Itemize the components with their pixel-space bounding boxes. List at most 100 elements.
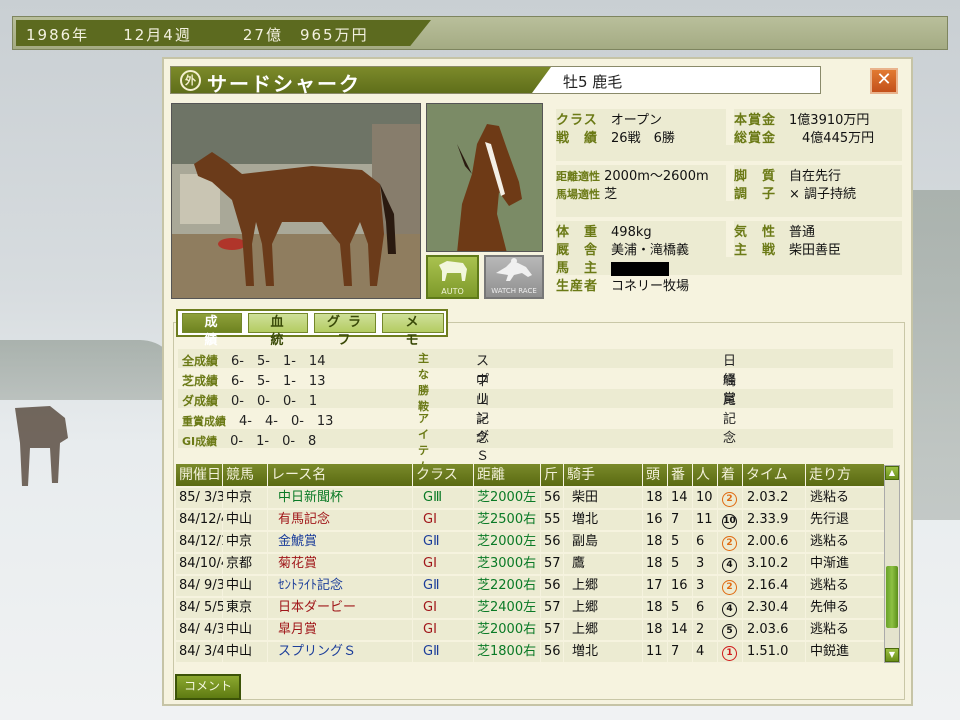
status-bar: 1986年 12月4週 27億 965万円 xyxy=(12,16,948,50)
breeder-row: 生産者 コネリー牧場 xyxy=(556,279,690,294)
jockey-value: 柴田善臣 xyxy=(789,243,842,258)
condition-value: × 調子持続 xyxy=(789,187,857,202)
table-row[interactable]: 84/ 4/3 中山 皐月賞 GⅠ 芝2000右 57 上郷 18 14 2 5 2.03.6 逃粘る xyxy=(176,620,886,640)
stable-value: 美浦・滝橋義 xyxy=(611,243,690,258)
cell-popularity: 3 xyxy=(693,576,717,596)
cell-running-style: 逃粘る xyxy=(806,488,884,508)
cell-finish: 4 xyxy=(718,554,742,574)
auto-button[interactable]: AUTO xyxy=(426,255,479,299)
cell-class: GⅡ xyxy=(413,642,473,662)
cell-running-style: 先行退 xyxy=(806,510,884,530)
temper-value: 普通 xyxy=(789,225,816,240)
finish-position-badge: 2 xyxy=(722,580,737,595)
cell-popularity: 10 xyxy=(693,488,717,508)
temper-row: 気 性 普通 xyxy=(734,221,902,240)
horse-icon xyxy=(438,261,467,281)
record-value: 26戦 6勝 xyxy=(611,131,675,146)
header-finish: 着 xyxy=(718,464,742,486)
close-button[interactable]: ✕ xyxy=(870,68,898,94)
cell-race: 皐月賞 xyxy=(268,620,412,640)
stats-g1: GⅠ成績 0- 1- 0- 8 xyxy=(182,434,317,449)
tab-pedigree[interactable]: 血 統 xyxy=(248,313,308,348)
cell-class: GⅠ xyxy=(413,510,473,530)
cell-race: 中日新聞杯 xyxy=(268,488,412,508)
condition-row: 調 子 × 調子持続 xyxy=(734,183,902,202)
cell-runners: 18 xyxy=(643,598,667,618)
table-row[interactable]: 84/ 5/5 東京 日本ダービー GⅠ 芝2400左 57 上郷 18 5 6 4 2.30.4 先伸… xyxy=(176,598,886,618)
cell-popularity: 4 xyxy=(693,642,717,662)
finish-position-badge: 4 xyxy=(722,602,737,617)
finish-position-badge: 10 xyxy=(722,514,737,529)
cell-course: 中京 xyxy=(223,532,267,552)
distance-value: 2000m～2600m xyxy=(604,169,709,184)
cell-time: 3.10.2 xyxy=(743,554,805,574)
finish-position-badge: 4 xyxy=(722,558,737,573)
cell-running-style: 逃粘る xyxy=(806,532,884,552)
title-bar: 外 サードシャーク 牡5 鹿毛 xyxy=(170,66,821,96)
cell-race: 有馬記念 xyxy=(268,510,412,530)
tab-results[interactable]: 成 績 xyxy=(182,313,242,348)
cell-running-style: 先伸る xyxy=(806,598,884,618)
cell-time: 2.03.2 xyxy=(743,488,805,508)
cell-number: 5 xyxy=(668,598,692,618)
foreign-badge: 外 xyxy=(180,70,201,91)
date-money-display: 1986年 12月4週 27億 965万円 xyxy=(16,20,431,46)
table-row[interactable]: 84/12/1 中京 金鯱賞 GⅡ 芝2000左 56 副島 18 5 6 2 2.00.6 逃粘る xyxy=(176,532,886,552)
spacer-row-2 xyxy=(556,201,902,217)
table-row[interactable]: 84/ 3/4 中山 スプリングＳ GⅡ 芝1800右 56 増北 11 7 4 1 1.51.0 中鋭… xyxy=(176,642,886,662)
table-row[interactable]: 84/ 9/3 中山 ｾﾝﾄﾗｲﾄ記念 GⅡ 芝2200右 56 上郷 17 16 3 2 2.16.… xyxy=(176,576,886,596)
header-runners: 頭 xyxy=(643,464,667,486)
cell-date: 84/ 3/4 xyxy=(176,642,225,662)
weight-value: 498kg xyxy=(611,225,652,240)
cell-number: 5 xyxy=(668,532,692,552)
cell-class: GⅡ xyxy=(413,576,473,596)
weight-row: 体 重 498kg xyxy=(556,221,726,240)
cell-course: 京都 xyxy=(223,554,267,574)
cell-race: ｾﾝﾄﾗｲﾄ記念 xyxy=(268,576,412,596)
cell-date: 84/ 9/3 xyxy=(176,576,225,596)
cell-race: 金鯱賞 xyxy=(268,532,412,552)
table-row[interactable]: 84/10/4 京都 菊花賞 GⅠ 芝3000右 57 鷹 18 5 3 4 3.10.2 中渐進 xyxy=(176,554,886,574)
cell-race: 日本ダービー xyxy=(268,598,412,618)
scroll-thumb[interactable] xyxy=(886,566,898,628)
watch-race-button[interactable]: WATCH RACE xyxy=(484,255,544,299)
breeder-value: コネリー牧場 xyxy=(611,279,690,294)
tab-memo[interactable]: メ モ xyxy=(382,313,444,348)
scroll-down-icon[interactable]: ▼ xyxy=(885,648,899,662)
cell-runners: 18 xyxy=(643,488,667,508)
header-jockey: 騎手 xyxy=(564,464,642,486)
cell-kin: 57 xyxy=(541,620,563,640)
spacer-row xyxy=(556,145,902,161)
cell-course: 中山 xyxy=(223,576,267,596)
cell-kin: 56 xyxy=(541,488,563,508)
scroll-up-icon[interactable]: ▲ xyxy=(885,466,899,480)
horse-full-photo xyxy=(171,103,421,299)
distance-row: 距離適性 2000m～2600m xyxy=(556,165,726,184)
record-row: 戦 績 26戦 6勝 xyxy=(556,127,726,146)
scrollbar[interactable]: ▲ ▼ xyxy=(884,465,900,663)
cell-popularity: 3 xyxy=(693,554,717,574)
cell-runners: 18 xyxy=(643,532,667,552)
class-row: クラス オープン xyxy=(556,109,726,128)
cell-popularity: 6 xyxy=(693,598,717,618)
comment-button[interactable]: コメント xyxy=(175,674,241,700)
cell-class: GⅢ xyxy=(413,488,473,508)
cell-finish: 2 xyxy=(718,576,742,596)
surface-row: 馬場適性 芝 xyxy=(556,183,726,202)
cell-running-style: 逃粘る xyxy=(806,576,884,596)
cell-jockey: 鷹 xyxy=(564,554,642,574)
stable-row: 厩 舎 美浦・滝橋義 xyxy=(556,239,726,258)
week-text: 12月4週 xyxy=(123,26,192,44)
cell-time: 2.16.4 xyxy=(743,576,805,596)
cell-distance: 芝2000左 xyxy=(474,488,540,508)
header-running-style: 走り方 xyxy=(806,464,884,486)
table-row[interactable]: 84/12/4 中山 有馬記念 GⅠ 芝2500右 55 増北 16 7 11 10 2.33.9 先行… xyxy=(176,510,886,530)
cell-finish: 2 xyxy=(718,532,742,552)
cell-finish: 1 xyxy=(718,642,742,662)
cell-kin: 56 xyxy=(541,532,563,552)
table-row[interactable]: 85/ 3/3 中京 中日新聞杯 GⅢ 芝2000左 56 柴田 18 14 10 2 2.03.2 逃… xyxy=(176,488,886,508)
horse-sex-color: 牡5 鹿毛 xyxy=(563,73,623,91)
tab-graph[interactable]: グラフ xyxy=(314,313,376,348)
cell-date: 84/ 4/3 xyxy=(176,620,225,640)
header-distance: 距離 xyxy=(474,464,540,486)
